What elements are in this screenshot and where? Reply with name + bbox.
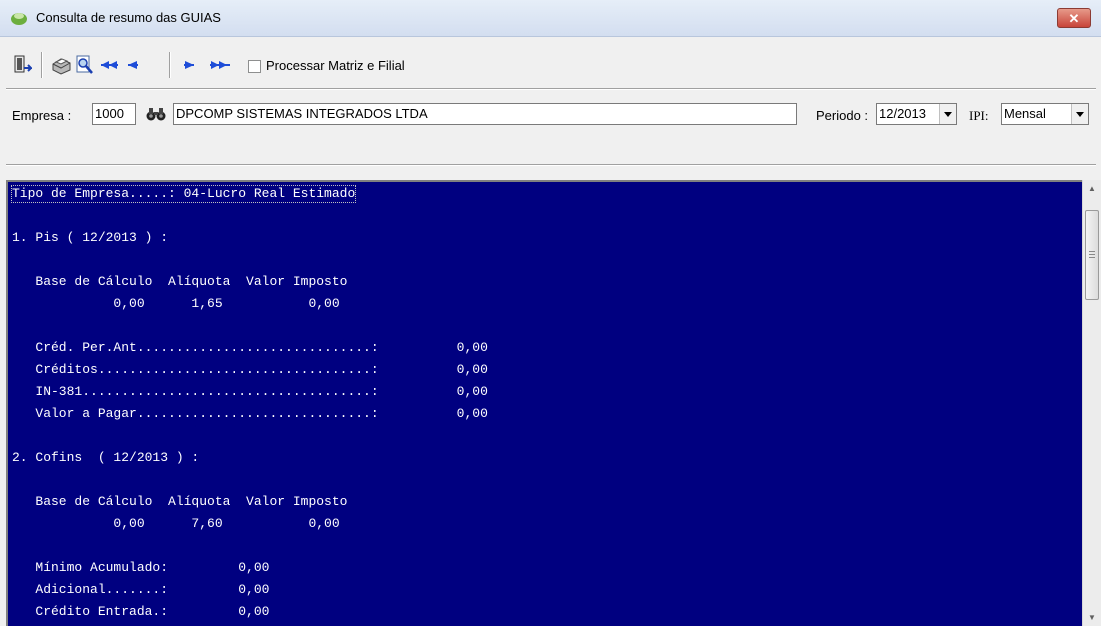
grip-line bbox=[1089, 251, 1095, 252]
report-line: Base de Cálculo Alíquota Valor Imposto bbox=[12, 494, 348, 509]
processar-matriz-filial-label: Processar Matriz e Filial bbox=[266, 58, 405, 73]
chevron-down-icon[interactable] bbox=[939, 104, 956, 124]
binoculars-icon[interactable] bbox=[145, 106, 167, 122]
report-line: 2. Cofins ( 12/2013 ) : bbox=[12, 450, 200, 465]
panel-divider bbox=[6, 165, 1096, 166]
toolbar bbox=[0, 37, 1101, 87]
ipi-label: IPI: bbox=[969, 108, 989, 123]
chevron-down-icon[interactable] bbox=[1071, 104, 1088, 124]
first-record-icon[interactable] bbox=[98, 54, 120, 76]
close-button[interactable]: ✕ bbox=[1057, 8, 1091, 28]
scroll-thumb[interactable] bbox=[1085, 210, 1099, 300]
report-line: Créditos................................… bbox=[12, 362, 488, 377]
printer-icon[interactable] bbox=[50, 54, 72, 76]
toolbar-separator bbox=[41, 52, 43, 78]
report-line: Base de Cálculo Alíquota Valor Imposto bbox=[12, 274, 348, 289]
processar-matriz-filial-checkbox[interactable] bbox=[248, 60, 261, 73]
report-line: IN-381..................................… bbox=[12, 384, 488, 399]
empresa-label: Empresa : bbox=[12, 108, 72, 123]
previous-record-icon[interactable] bbox=[124, 54, 140, 76]
periodo-label: Periodo : bbox=[816, 108, 869, 123]
app-icon bbox=[11, 13, 27, 25]
exit-icon[interactable] bbox=[12, 54, 32, 76]
report-line: Mínimo Acumulado: 0,00 bbox=[12, 560, 270, 575]
report-line: Tipo de Empresa.....: 04-Lucro Real Esti… bbox=[10, 185, 357, 203]
report-line: 0,00 1,65 0,00 bbox=[12, 296, 340, 311]
empresa-code-field[interactable]: 1000 bbox=[92, 103, 136, 125]
report-line: Adicional.......: 0,00 bbox=[12, 582, 270, 597]
print-preview-icon[interactable] bbox=[74, 54, 94, 76]
toolbar-separator bbox=[169, 52, 171, 78]
report-line: Créd. Per.Ant...........................… bbox=[12, 340, 488, 355]
next-record-icon[interactable] bbox=[182, 54, 198, 76]
vertical-scrollbar[interactable]: ▲ ▼ bbox=[1082, 180, 1101, 626]
report-line: 0,00 7,60 0,00 bbox=[12, 516, 340, 531]
last-record-icon[interactable] bbox=[208, 54, 234, 76]
periodo-select[interactable]: 12/2013 bbox=[876, 103, 957, 125]
empresa-name-field[interactable]: DPCOMP SISTEMAS INTEGRADOS LTDA bbox=[173, 103, 797, 125]
periodo-value: 12/2013 bbox=[879, 106, 926, 121]
report-line: Crédito Entrada.: 0,00 bbox=[12, 604, 270, 619]
title-bar: Consulta de resumo das GUIAS ✕ bbox=[0, 0, 1101, 37]
grip-line bbox=[1089, 257, 1095, 258]
report-memo[interactable]: Tipo de Empresa.....: 04-Lucro Real Esti… bbox=[6, 180, 1082, 626]
scroll-down-icon[interactable]: ▼ bbox=[1083, 609, 1101, 626]
panel-divider bbox=[6, 89, 1096, 90]
ipi-value: Mensal bbox=[1004, 106, 1046, 121]
window-title: Consulta de resumo das GUIAS bbox=[36, 10, 221, 25]
ipi-select[interactable]: Mensal bbox=[1001, 103, 1089, 125]
scroll-up-icon[interactable]: ▲ bbox=[1083, 180, 1101, 197]
report-line: 1. Pis ( 12/2013 ) : bbox=[12, 230, 169, 245]
report-line: Valor a Pagar...........................… bbox=[12, 406, 488, 421]
grip-line bbox=[1089, 254, 1095, 255]
